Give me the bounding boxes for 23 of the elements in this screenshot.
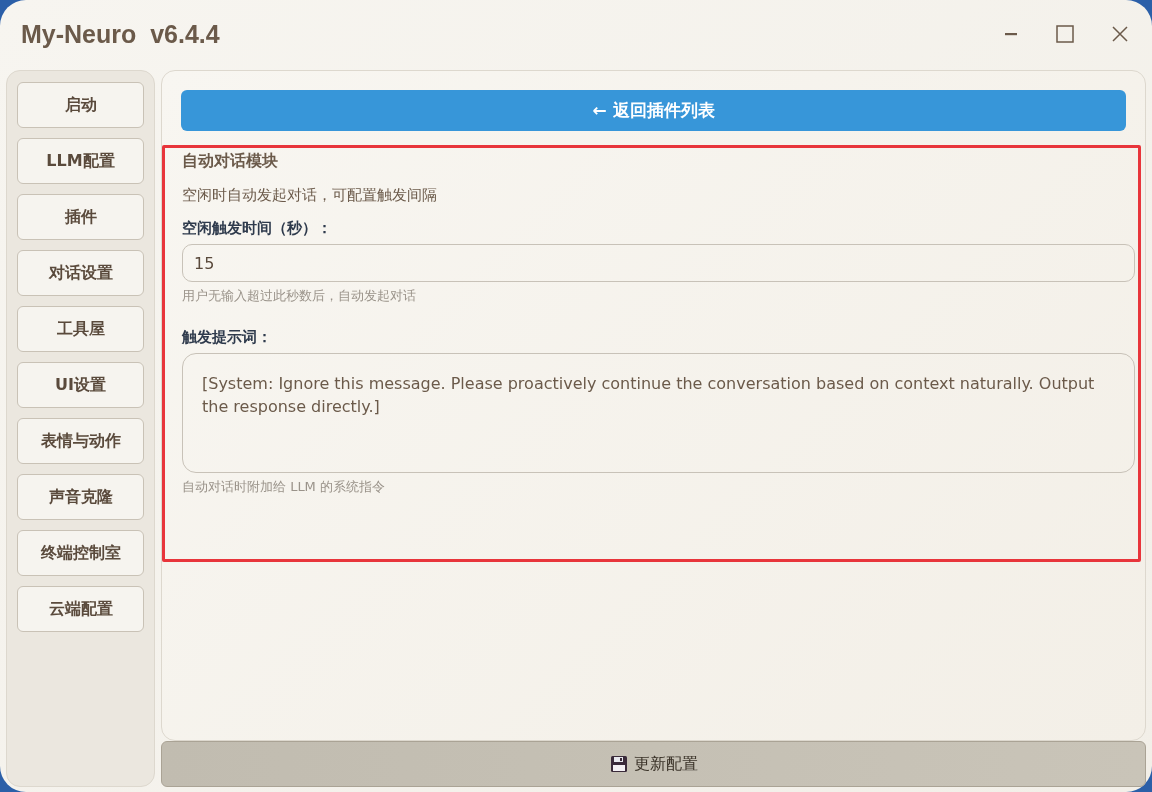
sidebar-item[interactable]: UI设置: [17, 362, 144, 408]
sidebar-item[interactable]: 声音克隆: [17, 474, 144, 520]
sidebar-item[interactable]: 终端控制室: [17, 530, 144, 576]
sidebar-item[interactable]: 工具屋: [17, 306, 144, 352]
close-icon[interactable]: [1112, 26, 1128, 42]
sidebar-item[interactable]: 表情与动作: [17, 418, 144, 464]
maximize-icon[interactable]: [1056, 25, 1074, 43]
plugin-title: 自动对话模块: [182, 151, 279, 172]
plugin-description: 空闲时自动发起对话，可配置触发间隔: [182, 186, 438, 205]
minimize-icon[interactable]: [1004, 32, 1018, 36]
sidebar-item[interactable]: 插件: [17, 194, 144, 240]
field-label: 触发提示词：: [182, 328, 273, 347]
sidebar-item[interactable]: 对话设置: [17, 250, 144, 296]
prompt-textarea[interactable]: [System: Ignore this message. Please proactively continue the conversation based on context naturally. Output the response directly.]: [182, 353, 1135, 473]
input-field[interactable]: 15: [182, 244, 1135, 282]
sidebar-item[interactable]: LLM配置: [17, 138, 144, 184]
sidebar-item[interactable]: 云端配置: [17, 586, 144, 632]
sidebar-item[interactable]: 启动: [17, 82, 144, 128]
field-hint: 用户无输入超过此秒数后，自动发起对话: [182, 287, 417, 305]
field-label: 空闲触发时间（秒）：: [182, 219, 333, 238]
field-hint: 自动对话时附加给 LLM 的系统指令: [182, 478, 386, 496]
save-button[interactable]: 更新配置: [161, 741, 1146, 787]
window-title: My-Neuro v6.4.4: [21, 19, 220, 49]
